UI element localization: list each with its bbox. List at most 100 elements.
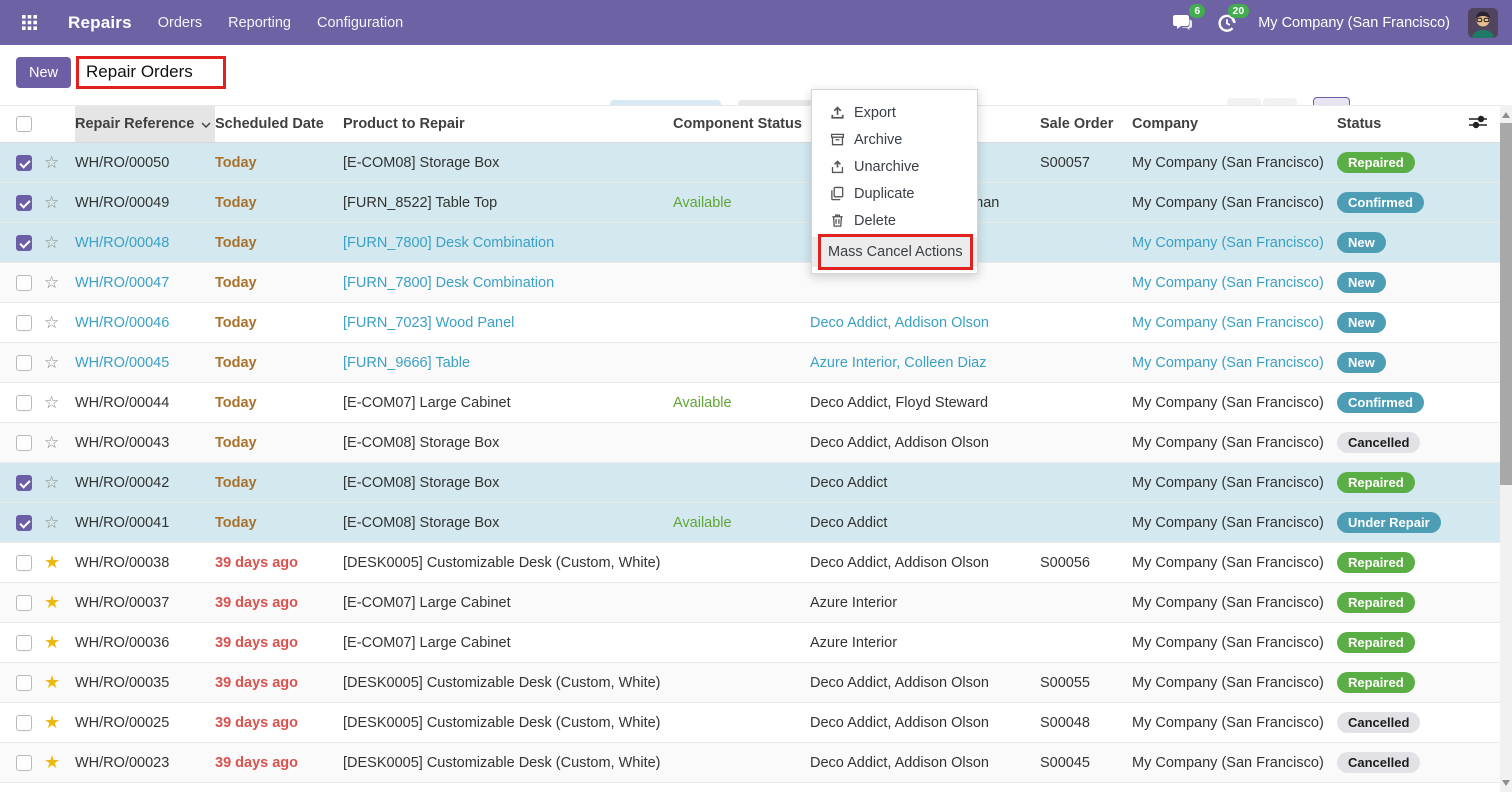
repair-reference: WH/RO/00047 xyxy=(75,275,169,291)
col-company[interactable]: Company xyxy=(1132,106,1337,143)
dropdown-item-duplicate[interactable]: Duplicate xyxy=(812,180,977,207)
user-avatar[interactable] xyxy=(1468,8,1498,38)
repair-reference: WH/RO/00045 xyxy=(75,355,169,371)
sort-descending-icon xyxy=(201,116,211,132)
col-product-to-repair[interactable]: Product to Repair xyxy=(343,106,673,143)
star-filled-icon[interactable]: ★ xyxy=(44,592,60,612)
star-outline-icon[interactable]: ☆ xyxy=(44,273,59,292)
menu-orders[interactable]: Orders xyxy=(158,15,202,31)
table-row[interactable]: ☆WH/RO/00045Today[FURN_9666] TableAzure … xyxy=(0,343,1500,383)
star-outline-icon[interactable]: ☆ xyxy=(44,233,59,252)
row-checkbox[interactable] xyxy=(16,595,32,611)
col-repair-reference[interactable]: Repair Reference xyxy=(75,106,215,143)
menu-configuration[interactable]: Configuration xyxy=(317,15,403,31)
dropdown-item-export[interactable]: Export xyxy=(812,99,977,126)
col-scheduled-date[interactable]: Scheduled Date xyxy=(215,106,343,143)
table-row[interactable]: ★WH/RO/0002339 days ago[DESK0005] Custom… xyxy=(0,743,1500,783)
scroll-up-arrow-icon[interactable] xyxy=(1502,112,1510,118)
row-checkbox[interactable] xyxy=(16,675,32,691)
optional-columns-icon[interactable] xyxy=(1469,114,1487,135)
company-switcher[interactable]: My Company (San Francisco) xyxy=(1258,15,1450,31)
row-checkbox[interactable] xyxy=(16,475,32,491)
table-row[interactable]: ☆WH/RO/00050Today[E-COM08] Storage BoxzS… xyxy=(0,143,1500,183)
scroll-down-arrow-icon[interactable] xyxy=(1502,780,1510,786)
row-checkbox[interactable] xyxy=(16,275,32,291)
star-outline-icon[interactable]: ☆ xyxy=(44,313,59,332)
star-outline-icon[interactable]: ☆ xyxy=(44,153,59,172)
star-filled-icon[interactable]: ★ xyxy=(44,672,60,692)
table-row[interactable]: ☆WH/RO/00042Today[E-COM08] Storage BoxDe… xyxy=(0,463,1500,503)
dropdown-item-unarchive[interactable]: Unarchive xyxy=(812,153,977,180)
star-outline-icon[interactable]: ☆ xyxy=(44,473,59,492)
dropdown-item-archive[interactable]: Archive xyxy=(812,126,977,153)
repair-orders-table: Repair Reference Scheduled Date Product … xyxy=(0,105,1500,783)
row-checkbox[interactable] xyxy=(16,635,32,651)
vertical-scrollbar[interactable] xyxy=(1500,105,1512,792)
star-outline-icon[interactable]: ☆ xyxy=(44,513,59,532)
activities-icon[interactable]: 20 xyxy=(1214,10,1240,36)
dropdown-item-delete[interactable]: Delete xyxy=(812,207,977,234)
breadcrumb[interactable]: Repair Orders xyxy=(86,62,193,82)
row-checkbox[interactable] xyxy=(16,435,32,451)
table-header-row: Repair Reference Scheduled Date Product … xyxy=(0,106,1500,143)
duplicate-icon xyxy=(829,186,845,201)
star-filled-icon[interactable]: ★ xyxy=(44,552,60,572)
row-checkbox[interactable] xyxy=(16,755,32,771)
row-checkbox[interactable] xyxy=(16,395,32,411)
table-row[interactable]: ☆WH/RO/00044Today[E-COM07] Large Cabinet… xyxy=(0,383,1500,423)
repair-reference: WH/RO/00049 xyxy=(75,195,169,211)
dropdown-item-mass-cancel-actions[interactable]: Mass Cancel Actions xyxy=(812,237,977,267)
scrollbar-thumb[interactable] xyxy=(1500,123,1512,485)
row-checkbox[interactable] xyxy=(16,715,32,731)
messages-icon[interactable]: 6 xyxy=(1170,10,1196,36)
new-button[interactable]: New xyxy=(16,57,71,88)
export-icon xyxy=(829,105,845,120)
company: My Company (San Francisco) xyxy=(1132,555,1324,571)
company: My Company (San Francisco) xyxy=(1132,755,1324,771)
row-checkbox[interactable] xyxy=(16,355,32,371)
customer: Deco Addict, Floyd Steward xyxy=(810,395,988,411)
table-row[interactable]: ★WH/RO/0003639 days ago[E-COM07] Large C… xyxy=(0,623,1500,663)
table-row[interactable]: ☆WH/RO/00047Today[FURN_7800] Desk Combin… xyxy=(0,263,1500,303)
row-checkbox[interactable] xyxy=(16,195,32,211)
table-row[interactable]: ☆WH/RO/00043Today[E-COM08] Storage BoxDe… xyxy=(0,423,1500,463)
status-badge: Under Repair xyxy=(1337,512,1441,533)
row-checkbox[interactable] xyxy=(16,235,32,251)
col-component-status[interactable]: Component Status xyxy=(673,106,810,143)
star-outline-icon[interactable]: ☆ xyxy=(44,393,59,412)
star-outline-icon[interactable]: ☆ xyxy=(44,433,59,452)
col-sale-order[interactable]: Sale Order xyxy=(1040,106,1132,143)
row-checkbox[interactable] xyxy=(16,515,32,531)
company: My Company (San Francisco) xyxy=(1132,315,1324,331)
star-filled-icon[interactable]: ★ xyxy=(44,752,60,772)
star-filled-icon[interactable]: ★ xyxy=(44,712,60,732)
star-outline-icon[interactable]: ☆ xyxy=(44,353,59,372)
customer: Deco Addict, Addison Olson xyxy=(810,435,989,451)
table-row[interactable]: ☆WH/RO/00046Today[FURN_7023] Wood PanelD… xyxy=(0,303,1500,343)
star-outline-icon[interactable]: ☆ xyxy=(44,193,59,212)
product-to-repair: [FURN_8522] Table Top xyxy=(343,195,497,211)
table-row[interactable]: ☆WH/RO/00041Today[E-COM08] Storage BoxAv… xyxy=(0,503,1500,543)
app-name[interactable]: Repairs xyxy=(68,13,132,33)
table-row[interactable]: ☆WH/RO/00048Today[FURN_7800] Desk Combin… xyxy=(0,223,1500,263)
product-to-repair: [DESK0005] Customizable Desk (Custom, Wh… xyxy=(343,675,661,691)
apps-menu-icon[interactable] xyxy=(16,10,42,36)
row-checkbox[interactable] xyxy=(16,155,32,171)
status-badge: Repaired xyxy=(1337,632,1415,653)
actions-dropdown: Export Archive Unarchive Duplicate Delet… xyxy=(811,89,978,274)
table-row[interactable]: ★WH/RO/0003739 days ago[E-COM07] Large C… xyxy=(0,583,1500,623)
table-row[interactable]: ☆WH/RO/00049Today[FURN_8522] Table TopAv… xyxy=(0,183,1500,223)
table-row[interactable]: ★WH/RO/0003539 days ago[DESK0005] Custom… xyxy=(0,663,1500,703)
menu-reporting[interactable]: Reporting xyxy=(228,15,291,31)
status-badge: New xyxy=(1337,272,1386,293)
product-to-repair: [E-COM08] Storage Box xyxy=(343,155,499,171)
star-filled-icon[interactable]: ★ xyxy=(44,632,60,652)
status-badge: Confirmed xyxy=(1337,192,1424,213)
row-checkbox[interactable] xyxy=(16,315,32,331)
table-row[interactable]: ★WH/RO/0002539 days ago[DESK0005] Custom… xyxy=(0,703,1500,743)
table-row[interactable]: ★WH/RO/0003839 days ago[DESK0005] Custom… xyxy=(0,543,1500,583)
select-all-checkbox[interactable] xyxy=(16,116,32,132)
col-select xyxy=(0,106,44,143)
row-checkbox[interactable] xyxy=(16,555,32,571)
customer: Deco Addict, Addison Olson xyxy=(810,555,989,571)
